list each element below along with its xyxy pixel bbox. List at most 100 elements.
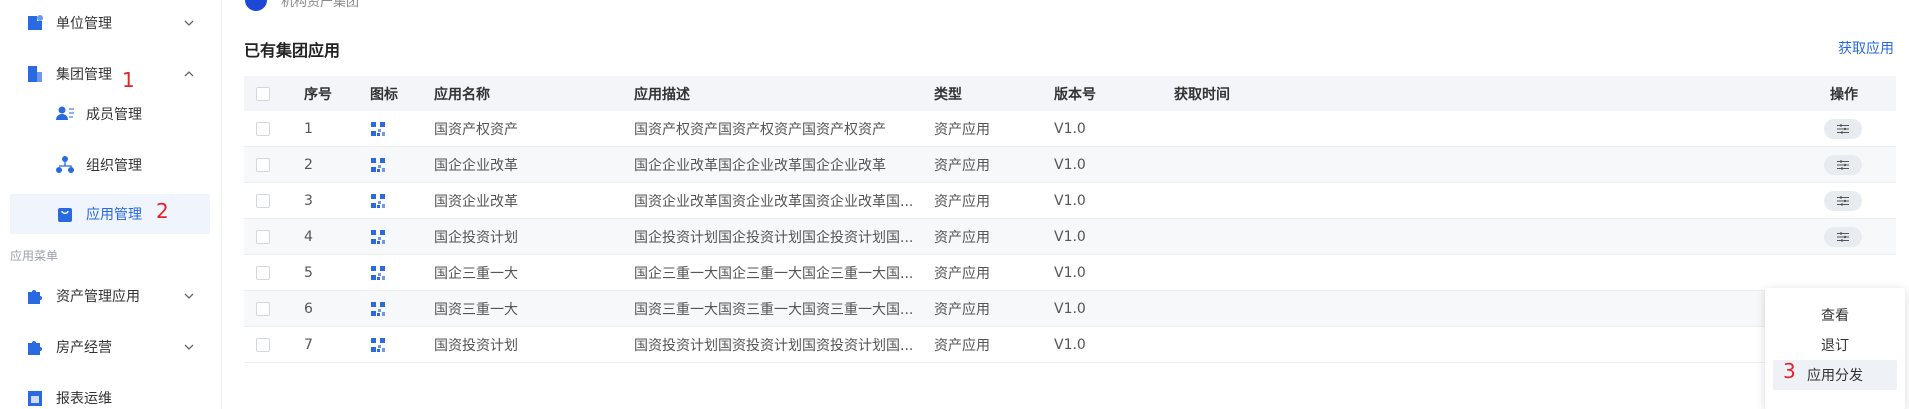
row-type: 资产应用 (934, 337, 990, 354)
sidebar: 单位管理 集团管理 1 成员管理 组织管理 应用管理 2 应用菜单 资产管理应用… (0, 0, 222, 409)
row-app-desc: 国资企业改革国资企业改革国资企业改革国... (634, 193, 914, 210)
sidebar-item-label: 房产经营 (56, 340, 112, 356)
row-app-name: 国资投资计划 (434, 337, 518, 354)
row-no: 5 (304, 264, 313, 281)
col-header-desc: 应用描述 (634, 86, 690, 103)
row-app-desc: 国企三重一大国企三重一大国企三重一大国... (634, 265, 914, 282)
sidebar-item-asset-app[interactable]: 资产管理应用 (0, 276, 222, 316)
sidebar-item-group-management[interactable]: 集团管理 (0, 54, 222, 94)
annotation-1: 1 (122, 68, 135, 92)
puzzle-icon (28, 290, 42, 304)
row-version: V1.0 (1054, 228, 1086, 245)
chevron-up-icon (184, 71, 194, 77)
row-app-desc: 国企企业改革国企企业改革国企企业改革 (634, 157, 886, 174)
sidebar-item-label: 资产管理应用 (56, 289, 140, 305)
sidebar-item-label: 应用管理 (86, 207, 142, 223)
sidebar-item-member-management[interactable]: 成员管理 (0, 94, 222, 134)
unit-icon (28, 15, 43, 30)
app-bag-icon (58, 208, 72, 222)
col-header-action: 操作 (1830, 86, 1858, 103)
row-action-button[interactable] (1824, 190, 1862, 211)
select-all-checkbox[interactable] (256, 86, 270, 101)
col-header-no: 序号 (304, 86, 332, 103)
row-no: 7 (304, 336, 313, 353)
table-row: 3 国资企业改革 国资企业改革国资企业改革国资企业改革国... 资产应用 V1.0 (244, 183, 1896, 219)
sidebar-item-app-management[interactable]: 应用管理 (10, 194, 210, 234)
breadcrumb-text: 机构资产集团 (281, 0, 360, 10)
sidebar-item-org-management[interactable]: 组织管理 (0, 145, 222, 185)
row-action-button[interactable] (1824, 154, 1862, 175)
col-header-version: 版本号 (1054, 86, 1096, 103)
app-qr-icon (371, 121, 385, 136)
row-no: 1 (304, 120, 313, 137)
row-type: 资产应用 (934, 157, 990, 174)
sidebar-item-label: 组织管理 (86, 158, 142, 174)
settings-sliders-icon (1837, 195, 1849, 206)
row-app-desc: 国资产权资产国资产权资产国资产权资产 (634, 121, 886, 138)
row-checkbox[interactable] (256, 265, 270, 280)
row-version: V1.0 (1054, 300, 1086, 317)
row-action-button[interactable] (1824, 118, 1862, 139)
avatar (245, 0, 267, 11)
row-version: V1.0 (1054, 192, 1086, 209)
sidebar-item-unit-management[interactable]: 单位管理 (0, 3, 222, 43)
table-row: 7 国资投资计划 国资投资计划国资投资计划国资投资计划国... 资产应用 V1.0 (244, 327, 1896, 363)
row-version: V1.0 (1054, 264, 1086, 281)
annotation-3: 3 (1783, 359, 1796, 383)
menu-item-unsubscribe[interactable]: 退订 (1765, 330, 1905, 360)
breadcrumb: 机构资产集团 (245, 0, 360, 11)
org-icon (56, 156, 74, 173)
app-qr-icon (371, 193, 385, 208)
row-type: 资产应用 (934, 229, 990, 246)
app-qr-icon (371, 301, 385, 316)
sidebar-item-report-ops[interactable]: 报表运维 (0, 378, 222, 409)
col-header-type: 类型 (934, 86, 962, 103)
sidebar-item-label: 报表运维 (56, 391, 112, 407)
row-action-button[interactable] (1824, 226, 1862, 247)
menu-item-view[interactable]: 查看 (1765, 300, 1905, 330)
page-title: 已有集团应用 (244, 41, 341, 60)
row-checkbox[interactable] (256, 229, 270, 244)
row-checkbox[interactable] (256, 121, 270, 136)
row-type: 资产应用 (934, 265, 990, 282)
app-qr-icon (371, 229, 385, 244)
table-row: 6 国资三重一大 国资三重一大国资三重一大国资三重一大国... 资产应用 V1.0 (244, 291, 1896, 327)
row-no: 2 (304, 156, 313, 173)
row-checkbox[interactable] (256, 301, 270, 316)
row-no: 4 (304, 228, 313, 245)
report-icon (28, 391, 42, 406)
settings-sliders-icon (1837, 231, 1849, 242)
sidebar-section-label: 应用菜单 (10, 249, 59, 263)
chevron-down-icon (184, 20, 194, 26)
col-header-icon: 图标 (370, 86, 398, 103)
sidebar-item-property[interactable]: 房产经营 (0, 327, 222, 367)
annotation-2: 2 (156, 199, 169, 223)
app-qr-icon (371, 265, 385, 280)
row-app-desc: 国资投资计划国资投资计划国资投资计划国... (634, 337, 914, 354)
chevron-down-icon (184, 293, 194, 299)
row-app-name: 国企企业改革 (434, 157, 518, 174)
member-icon (56, 106, 74, 120)
row-checkbox[interactable] (256, 157, 270, 172)
app-qr-icon (371, 157, 385, 172)
row-app-name: 国企三重一大 (434, 265, 518, 282)
group-icon (28, 66, 42, 82)
table-row: 5 国企三重一大 国企三重一大国企三重一大国企三重一大国... 资产应用 V1.0 (244, 255, 1896, 291)
row-type: 资产应用 (934, 301, 990, 318)
action-popup-menu: 查看 退订 应用分发 3 (1765, 288, 1905, 409)
row-checkbox[interactable] (256, 337, 270, 352)
row-no: 3 (304, 192, 313, 209)
row-version: V1.0 (1054, 336, 1086, 353)
settings-sliders-icon (1837, 123, 1849, 134)
get-app-link[interactable]: 获取应用 (1838, 38, 1894, 58)
settings-sliders-icon (1837, 159, 1849, 170)
table-row: 1 国资产权资产 国资产权资产国资产权资产国资产权资产 资产应用 V1.0 (244, 111, 1896, 147)
row-checkbox[interactable] (256, 193, 270, 208)
row-type: 资产应用 (934, 193, 990, 210)
row-version: V1.0 (1054, 156, 1086, 173)
col-header-time: 获取时间 (1174, 86, 1230, 103)
row-app-name: 国资三重一大 (434, 301, 518, 318)
sidebar-item-label: 成员管理 (86, 107, 142, 123)
row-app-name: 国企投资计划 (434, 229, 518, 246)
row-type: 资产应用 (934, 121, 990, 138)
